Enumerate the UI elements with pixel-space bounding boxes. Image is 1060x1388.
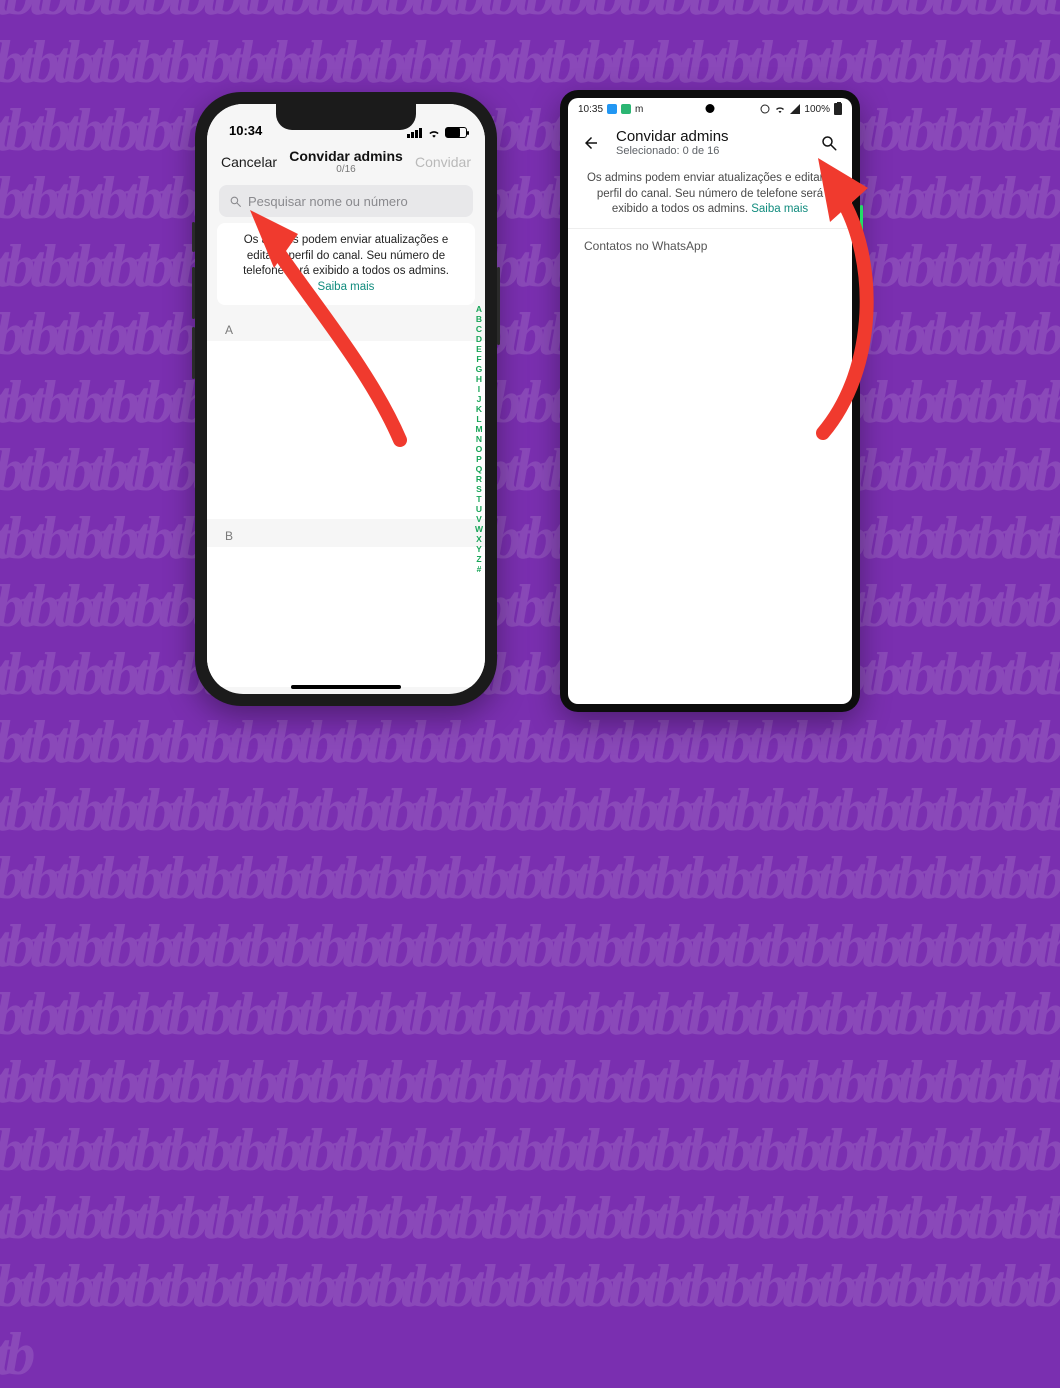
index-letter[interactable]: A xyxy=(475,304,483,314)
iphone-mute-switch xyxy=(192,222,195,252)
page-title: Convidar admins xyxy=(616,128,804,145)
android-nav-bar: Convidar admins Selecionado: 0 de 16 xyxy=(568,120,852,163)
android-bixby-button xyxy=(860,205,863,250)
cancel-button[interactable]: Cancelar xyxy=(221,154,285,170)
learn-more-link[interactable]: Saiba mais xyxy=(318,281,375,293)
section-header-a: A xyxy=(207,313,485,341)
home-indicator[interactable] xyxy=(291,685,401,689)
search-icon xyxy=(229,195,242,208)
status-time: 10:35 xyxy=(578,104,603,115)
alphabet-index[interactable]: ABCDEFGHIJKLMNOPQRSTUVWXYZ# xyxy=(475,304,483,574)
status-app-icon xyxy=(607,104,617,114)
status-time: 10:34 xyxy=(229,123,262,138)
background-pattern: tbtbtbtbtbtbtbtbtbtbtbtbtbtbtbtbtbtbtbtb… xyxy=(0,0,1060,835)
index-letter[interactable]: S xyxy=(475,484,483,494)
wifi-icon xyxy=(774,104,786,114)
selection-count: Selecionado: 0 de 16 xyxy=(616,145,804,157)
battery-icon xyxy=(834,103,842,115)
wifi-icon xyxy=(427,128,441,138)
index-letter[interactable]: Q xyxy=(475,464,483,474)
battery-icon xyxy=(445,127,467,138)
section-header-b: B xyxy=(207,519,485,547)
cellular-signal-icon xyxy=(790,104,800,114)
search-icon[interactable] xyxy=(820,134,838,152)
index-letter[interactable]: K xyxy=(475,404,483,414)
notification-icon xyxy=(760,104,770,114)
index-letter[interactable]: L xyxy=(475,414,483,424)
index-letter[interactable]: Y xyxy=(475,544,483,554)
page-title: Convidar admins xyxy=(285,148,407,164)
index-letter[interactable]: R xyxy=(475,474,483,484)
cellular-signal-icon xyxy=(407,128,423,138)
iphone-notch xyxy=(276,104,416,130)
search-placeholder: Pesquisar nome ou número xyxy=(248,194,408,209)
info-card: Os admins podem enviar atualizações e ed… xyxy=(217,223,475,305)
learn-more-link[interactable]: Saiba mais xyxy=(751,203,808,215)
index-letter[interactable]: Z xyxy=(475,554,483,564)
index-letter[interactable]: M xyxy=(475,424,483,434)
battery-percent: 100% xyxy=(804,104,830,115)
index-letter[interactable]: W xyxy=(475,524,483,534)
status-m-indicator: m xyxy=(635,104,643,115)
index-letter[interactable]: I xyxy=(475,384,483,394)
index-letter[interactable]: P xyxy=(475,454,483,464)
index-letter[interactable]: V xyxy=(475,514,483,524)
index-letter[interactable]: C xyxy=(475,324,483,334)
iphone-screen: 10:34 Cancelar Convidar admins 0/16 Conv… xyxy=(207,104,485,694)
index-letter[interactable]: J xyxy=(475,394,483,404)
contacts-section-a[interactable] xyxy=(207,341,485,519)
android-frame: 10:35 m 100% Convidar admins Selecionado… xyxy=(560,90,860,712)
back-arrow-icon[interactable] xyxy=(582,134,600,152)
android-screen: 10:35 m 100% Convidar admins Selecionado… xyxy=(568,98,852,704)
index-letter[interactable]: # xyxy=(475,564,483,574)
info-text: Os admins podem enviar atualizações e ed… xyxy=(243,234,449,277)
index-letter[interactable]: N xyxy=(475,434,483,444)
iphone-volume-up xyxy=(192,267,195,319)
index-letter[interactable]: X xyxy=(475,534,483,544)
android-volume-button xyxy=(860,260,863,330)
selection-count: 0/16 xyxy=(285,164,407,175)
info-text-block: Os admins podem enviar atualizações e ed… xyxy=(568,163,852,228)
index-letter[interactable]: T xyxy=(475,494,483,504)
iphone-frame: 10:34 Cancelar Convidar admins 0/16 Conv… xyxy=(195,92,497,706)
invite-button[interactable]: Convidar xyxy=(407,154,471,170)
index-letter[interactable]: H xyxy=(475,374,483,384)
index-letter[interactable]: F xyxy=(475,354,483,364)
contacts-section-b[interactable] xyxy=(207,547,485,687)
iphone-power-button xyxy=(497,267,500,345)
status-app-icon xyxy=(621,104,631,114)
iphone-volume-down xyxy=(192,327,195,379)
android-camera-punch xyxy=(706,104,715,113)
index-letter[interactable]: G xyxy=(475,364,483,374)
ios-nav-bar: Cancelar Convidar admins 0/16 Convidar xyxy=(207,142,485,179)
search-input[interactable]: Pesquisar nome ou número xyxy=(219,185,473,217)
index-letter[interactable]: B xyxy=(475,314,483,324)
index-letter[interactable]: O xyxy=(475,444,483,454)
index-letter[interactable]: D xyxy=(475,334,483,344)
contacts-section-label: Contatos no WhatsApp xyxy=(568,229,852,263)
index-letter[interactable]: U xyxy=(475,504,483,514)
index-letter[interactable]: E xyxy=(475,344,483,354)
